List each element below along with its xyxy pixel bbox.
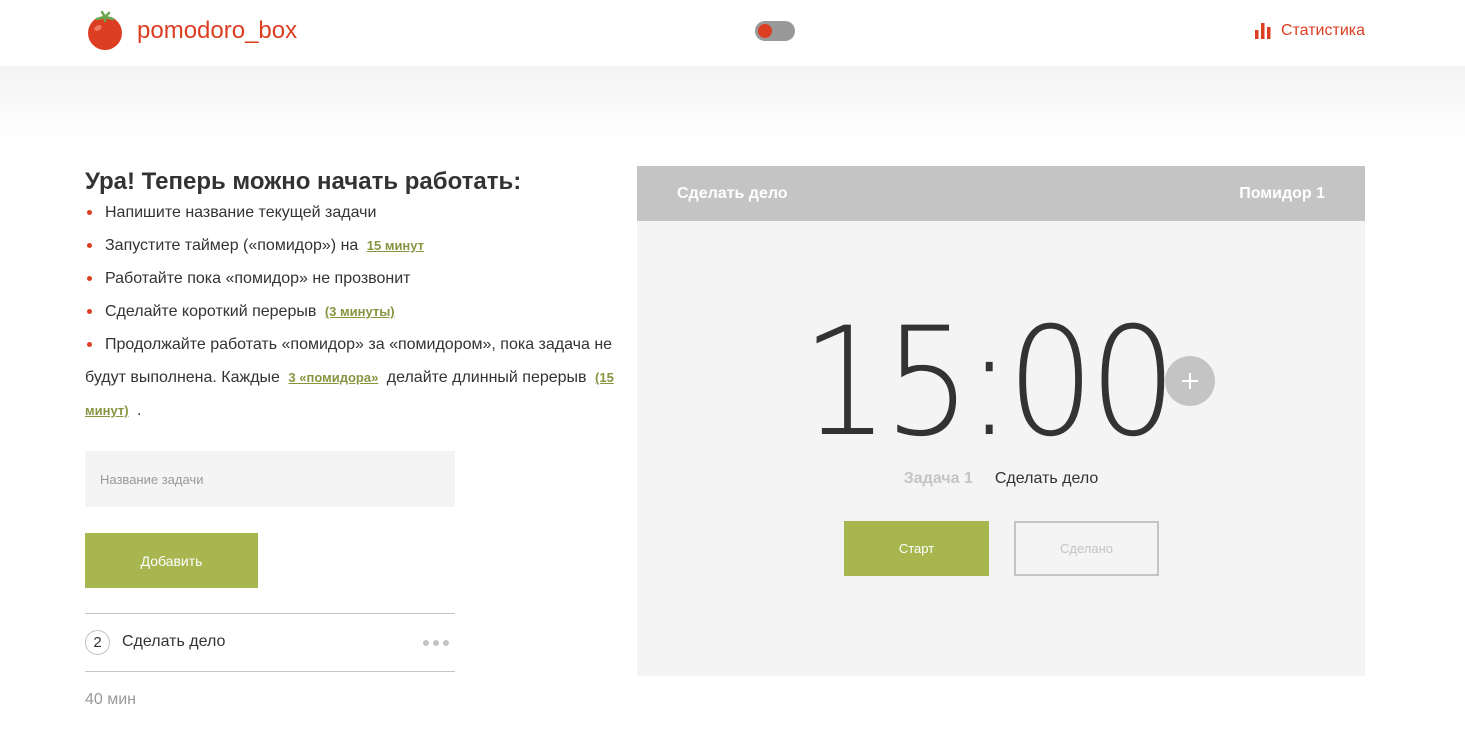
step-text: Запустите таймер («помидор») на xyxy=(105,237,359,254)
current-task-title: Сделать дело xyxy=(677,185,788,202)
task-caption-name: Сделать дело xyxy=(994,470,1099,487)
total-time: 40 мин xyxy=(85,691,137,708)
statistics-link[interactable]: Статистика xyxy=(1254,22,1365,40)
logo-text: pomodoro_box xyxy=(137,17,298,44)
instruction-step: Сделайте короткий перерыв (3 минуты) xyxy=(85,295,615,328)
toggle-knob xyxy=(758,24,772,38)
task-list-item[interactable]: 2 Сделать дело xyxy=(85,613,455,672)
pomodoro-duration-link[interactable]: 15 минут xyxy=(363,238,428,253)
task-caption: Задача 1 Сделать дело xyxy=(637,470,1365,488)
step-text: Напишите название текущей задачи xyxy=(105,204,377,221)
logo[interactable]: pomodoro_box xyxy=(85,11,297,51)
add-task-button[interactable]: Добавить xyxy=(85,533,258,588)
short-break-link[interactable]: (3 минуты) xyxy=(321,304,399,319)
step-text: делайте длинный перерыв xyxy=(386,369,587,386)
pomodoro-count-badge: 2 xyxy=(85,630,110,655)
instruction-step: Продолжайте работать «помидор» за «помид… xyxy=(85,328,615,427)
timer-header: Сделать дело Помидор 1 xyxy=(637,166,1365,221)
timer-display: 15:00 xyxy=(801,296,1177,470)
task-number-label: Задача 1 xyxy=(903,470,973,487)
dot xyxy=(433,640,439,646)
app-header: pomodoro_box Статистика xyxy=(0,0,1465,66)
theme-toggle[interactable] xyxy=(755,21,795,41)
instruction-step: Напишите название текущей задачи xyxy=(85,196,615,229)
statistics-label: Статистика xyxy=(1280,22,1365,39)
instruction-step: Запустите таймер («помидор») на 15 минут xyxy=(85,229,615,262)
instruction-step: Работайте пока «помидор» не прозвонит xyxy=(85,262,615,295)
plus-icon[interactable] xyxy=(1165,356,1215,406)
bar-chart-icon xyxy=(1254,23,1271,39)
start-button[interactable]: Старт xyxy=(844,521,989,576)
long-break-interval-link[interactable]: 3 «помидора» xyxy=(284,370,382,385)
step-text: . xyxy=(137,402,142,419)
pomodoro-counter: Помидор 1 xyxy=(1239,185,1325,202)
intro-title: Ура! Теперь можно начать работать: xyxy=(85,168,522,195)
timer-panel: Сделать дело Помидор 1 15:00 Задача 1 Сде… xyxy=(637,166,1365,676)
dot xyxy=(423,640,429,646)
step-text: Сделайте короткий перерыв xyxy=(105,303,317,320)
tomato-icon xyxy=(88,11,122,50)
instruction-list: Напишите название текущей задачи Запусти… xyxy=(85,196,615,427)
dot xyxy=(443,640,449,646)
task-name-input[interactable] xyxy=(85,451,455,507)
task-name: Сделать дело xyxy=(122,633,226,650)
done-button[interactable]: Сделано xyxy=(1014,521,1159,576)
step-text: Работайте пока «помидор» не прозвонит xyxy=(105,270,411,287)
header-shadow xyxy=(0,66,1465,140)
more-dots-icon[interactable] xyxy=(423,640,449,646)
